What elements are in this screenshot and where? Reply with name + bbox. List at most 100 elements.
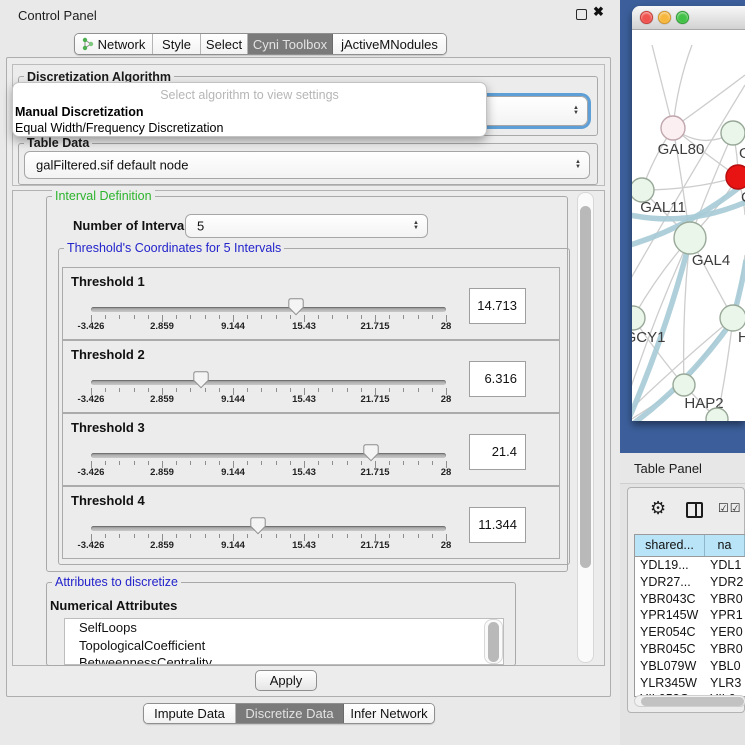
table-cell[interactable]: YBR045C [635, 641, 705, 658]
table-cell[interactable]: YDL1 [705, 557, 745, 574]
network-node[interactable] [661, 116, 685, 140]
tab-jactivemnodules[interactable]: jActiveMNodules [333, 34, 446, 54]
table-row[interactable]: YBR043CYBR0 [635, 591, 745, 608]
columns-icon[interactable] [686, 502, 703, 518]
slider-tick [332, 534, 333, 538]
table-cell[interactable]: YDR27... [635, 574, 705, 591]
network-node[interactable] [721, 121, 745, 145]
tick-label: 15.43 [292, 394, 316, 405]
network-node[interactable] [632, 306, 645, 330]
slider-thumb[interactable] [288, 298, 304, 316]
table-cell[interactable]: YBL079W [635, 658, 705, 675]
minimize-traffic-icon[interactable] [658, 11, 671, 24]
settings-scrollbar[interactable] [577, 192, 594, 663]
table-cell[interactable]: YPR145W [635, 607, 705, 624]
number-of-intervals-combobox[interactable]: 5 ▲▼ [185, 214, 428, 238]
tab-discretize-data[interactable]: Discretize Data [236, 704, 344, 723]
network-edge[interactable] [652, 45, 673, 128]
menu-item-equal-width-discretization[interactable]: Equal Width/Frequency Discretization [15, 121, 223, 135]
table-row[interactable]: YBL079WYBL0 [635, 658, 745, 675]
gear-icon[interactable]: ⚙ [650, 498, 666, 519]
network-node[interactable] [720, 305, 745, 331]
checkbox-icons[interactable]: ☑☑ [718, 501, 742, 515]
table-row[interactable]: YDR27...YDR2 [635, 574, 745, 591]
zoom-traffic-icon[interactable] [676, 11, 689, 24]
slider-thumb[interactable] [250, 517, 266, 535]
table-row[interactable]: YLR345WYLR3 [635, 675, 745, 692]
network-edge[interactable] [642, 177, 738, 190]
numerical-attribute-item[interactable]: TopologicalCoefficient [65, 637, 503, 655]
threshold-value-input[interactable]: 11.344 [469, 507, 526, 543]
table-cell[interactable]: YBR0 [705, 641, 745, 658]
table-cell[interactable]: YBR043C [635, 591, 705, 608]
table-hscroll-thumb[interactable] [641, 697, 744, 706]
tick-label: -3.426 [78, 321, 105, 332]
slider-track[interactable] [91, 307, 446, 312]
numerical-attributes-list[interactable]: SelfLoopsTopologicalCoefficientBetweenne… [64, 618, 504, 665]
close-traffic-icon[interactable] [640, 11, 653, 24]
combo-arrows-icon: ▲▼ [575, 160, 581, 170]
slider-tick [176, 388, 177, 392]
slider-tick [276, 534, 277, 538]
close-icon[interactable]: ✖ [593, 4, 604, 20]
table-cell[interactable]: YLR345W [635, 675, 705, 692]
table-cell[interactable]: YLR3 [705, 675, 745, 692]
table-panel-title: Table Panel [634, 461, 702, 476]
slider-tick [318, 388, 319, 392]
tab-cyni-toolbox[interactable]: Cyni Toolbox [248, 34, 333, 54]
table-cell[interactable]: YBL0 [705, 658, 745, 675]
table-data-combobox[interactable]: galFiltered.sif default node ▲▼ [24, 151, 590, 179]
slider-tick [261, 315, 262, 319]
network-node[interactable] [674, 222, 706, 254]
table-row[interactable]: YPR145WYPR1 [635, 607, 745, 624]
settings-scrollbar-thumb[interactable] [580, 206, 591, 568]
slider-thumb[interactable] [363, 444, 379, 462]
attribute-list-scrollbar[interactable] [484, 619, 503, 664]
tab-impute-data[interactable]: Impute Data [144, 704, 236, 723]
apply-button[interactable]: Apply [255, 670, 317, 691]
slider-tick [119, 461, 120, 465]
tab-label: Infer Network [350, 706, 427, 721]
table-header-row: shared...na [635, 535, 745, 557]
numerical-attribute-item[interactable]: SelfLoops [65, 619, 503, 637]
table-horizontal-scrollbar[interactable] [634, 695, 745, 707]
network-canvas[interactable]: GAL80GACGAL11GAL4GCY1HHAP2 [632, 30, 745, 421]
table-cell[interactable]: YER0 [705, 624, 745, 641]
table-row[interactable]: YDL19...YDL1 [635, 557, 745, 574]
threshold-value-input[interactable]: 6.316 [469, 361, 526, 397]
threshold-value-input[interactable]: 14.713 [469, 288, 526, 324]
table-row[interactable]: YBR045CYBR0 [635, 641, 745, 658]
slider-tick [205, 315, 206, 319]
numerical-attribute-item[interactable]: BetweennessCentrality [65, 654, 503, 665]
float-window-icon[interactable] [576, 9, 587, 20]
slider-track[interactable] [91, 453, 446, 458]
tab-infer-network[interactable]: Infer Network [344, 704, 434, 723]
menu-item-manual-discretization[interactable]: Manual Discretization [15, 105, 144, 119]
network-node[interactable] [726, 165, 745, 189]
slider-tick [432, 315, 433, 319]
attribute-list-scrollbar-thumb[interactable] [488, 622, 499, 662]
tab-network[interactable]: Network [75, 34, 153, 54]
tab-style[interactable]: Style [153, 34, 201, 54]
slider-tick [318, 461, 319, 465]
slider-thumb[interactable] [193, 371, 209, 389]
slider-tick [276, 315, 277, 319]
table-cell[interactable]: YDR2 [705, 574, 745, 591]
tab-select[interactable]: Select [201, 34, 248, 54]
slider-track[interactable] [91, 526, 446, 531]
tick-label: 28 [441, 540, 452, 551]
table-cell[interactable]: YBR0 [705, 591, 745, 608]
table-cell[interactable]: YER054C [635, 624, 705, 641]
table-row[interactable]: YER054CYER0 [635, 624, 745, 641]
table-header-cell[interactable]: shared... [635, 535, 705, 556]
slider-tick [403, 461, 404, 465]
slider-track[interactable] [91, 380, 446, 385]
table-header-cell[interactable]: na [705, 535, 745, 556]
data-table[interactable]: shared...naYDL19...YDL1YDR27...YDR2YBR04… [634, 534, 745, 697]
network-window-titlebar[interactable] [632, 6, 745, 30]
tick-label: 15.43 [292, 540, 316, 551]
network-node[interactable] [673, 374, 695, 396]
threshold-value-input[interactable]: 21.4 [469, 434, 526, 470]
table-cell[interactable]: YPR1 [705, 607, 745, 624]
table-cell[interactable]: YDL19... [635, 557, 705, 574]
